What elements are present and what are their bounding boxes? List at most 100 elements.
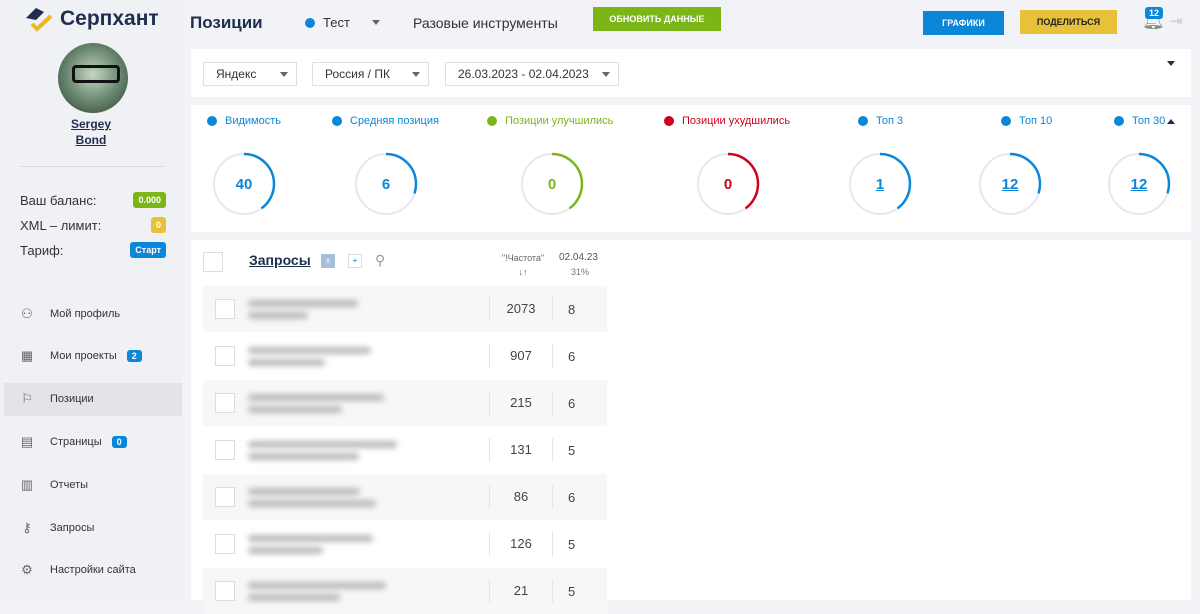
date-header: 02.04.23 [559,252,598,263]
metric-value[interactable]: 12 [977,151,1043,217]
metric-label[interactable]: Видимость [207,115,281,127]
select-all-checkbox[interactable] [203,252,223,272]
query-text-blurred [248,483,376,512]
frequency-cell: 131 [489,438,553,462]
sidebar-item[interactable]: ▦ Мои проекты 2 [4,340,182,373]
logo-icon [26,8,53,32]
queries-header[interactable]: Запросы [249,252,311,268]
chevron-down-icon [412,71,420,77]
metrics-panel: Видимость 40 Средняя позиция 6 Позиции улу… [191,105,1191,232]
sidebar-item-badge: 0 [111,435,127,448]
collapse-filters-icon[interactable] [1167,61,1175,66]
report-icon: ▥ [20,476,34,492]
sidebar-item-label: Позиции [50,393,94,406]
position-cell: 6 [568,395,576,411]
flag-icon: ⚐ [21,391,33,407]
pages-icon: ▤ [20,433,34,449]
sidebar-item-label: Отчеты [50,478,89,491]
metric-ring[interactable]: 1 [847,151,913,217]
frequency-cell: 86 [489,485,553,509]
share-button[interactable]: ПОДЕЛИТЬСЯ [1020,10,1117,34]
header: Позиции Тест Разовые инструменты ОБНОВИТ… [182,0,1200,44]
metric-ring[interactable]: 12 [977,151,1043,217]
sidebar-item-label: Запросы [50,521,95,534]
sidebar-item[interactable]: ▥ Отчеты [4,468,182,501]
account-label: XML – лимит: [20,217,102,233]
metric-value[interactable]: 1 [847,151,913,217]
search-icon[interactable]: ⚲ [375,252,385,269]
user-first-name[interactable]: Sergey [0,117,182,131]
row-checkbox[interactable] [215,393,235,413]
account-value: 0 [150,217,166,233]
account-value: Старт [130,242,166,258]
sidebar-item[interactable]: ⚇ Мой профиль [4,297,182,330]
row-checkbox[interactable] [215,534,235,554]
collapse-metrics-icon[interactable] [1167,119,1175,124]
account-row: Ваш баланс: 0.000 [20,192,166,208]
chevron-down-icon [280,71,288,77]
sort-icon[interactable]: ↓↑ [491,267,555,277]
metric-ring[interactable]: 12 [1106,151,1172,217]
position-cell: 6 [568,489,576,505]
metric-label[interactable]: Позиции улучшились [487,115,613,127]
frequency-cell: 907 [489,344,553,368]
table-row: 215 6 [203,380,607,426]
project-name: Тест [323,15,350,30]
chevron-down-icon [371,20,380,25]
logo[interactable]: Серпхант [24,4,159,34]
date-range-select[interactable]: 26.03.2023 - 02.04.2023 [445,62,619,86]
metric-dot-icon [664,116,674,126]
page-title: Позиции [190,13,263,32]
table-row: 21 5 [203,568,607,614]
account-row: XML – лимит: 0 [20,217,166,233]
project-dot-icon [305,17,315,28]
row-checkbox[interactable] [215,440,235,460]
metric-dot-icon [207,116,217,126]
sidebar-item[interactable]: ⚷ Запросы [4,511,182,544]
frequency-header[interactable]: "!Частота" [491,253,555,263]
update-data-button[interactable]: ОБНОВИТЬ ДАННЫЕ [593,7,721,31]
metric-label[interactable]: Позиции ухудшились [664,115,790,127]
metric-value[interactable]: 12 [1106,151,1172,217]
sidebar-item-badge: 2 [126,350,142,363]
account-row: Тариф: Старт [20,242,166,258]
charts-button[interactable]: ГРАФИКИ [923,11,1004,35]
excel-export-icon[interactable]: x [321,254,335,268]
query-text-blurred [248,577,386,606]
row-checkbox[interactable] [215,346,235,366]
row-checkbox[interactable] [215,299,235,319]
engine-select[interactable]: Яндекс [203,62,297,86]
metric-value: 40 [235,175,253,193]
add-query-icon[interactable]: + [348,254,362,268]
metric-ring: 40 [211,151,277,217]
metric-label[interactable]: Топ 10 [1001,115,1052,127]
logout-icon[interactable]: ⇥ [1170,12,1183,30]
row-checkbox[interactable] [215,487,235,507]
divider [20,166,165,167]
notification-badge: 12 [1145,7,1164,19]
project-select[interactable]: Тест [305,15,380,30]
tools-menu[interactable]: Разовые инструменты [413,15,558,31]
sidebar-item-label: Страницы [50,435,102,448]
metric-label[interactable]: Топ 3 [858,115,903,127]
sidebar-item[interactable]: ⚙ Настройки сайта [4,554,182,587]
frequency-cell: 2073 [489,297,553,321]
table-row: 126 5 [203,521,607,567]
metric-ring: 0 [519,151,585,217]
metric-label[interactable]: Топ 30 [1114,115,1165,127]
row-checkbox[interactable] [215,581,235,601]
avatar[interactable] [58,43,128,113]
table-row: 86 6 [203,474,607,520]
queries-table: Запросы x + ⚲ "!Частота" ↓↑ 02.04.23 31%… [191,240,1191,614]
user-last-name[interactable]: Bond [0,133,182,147]
metric-label[interactable]: Средняя позиция [332,115,439,127]
account-value: 0.000 [133,192,166,208]
region-select[interactable]: Россия / ПК [312,62,429,86]
sidebar-item[interactable]: ▤ Страницы 0 [4,425,182,458]
metric-dot-icon [332,116,342,126]
sidebar-item[interactable]: ⚐ Позиции [4,382,182,416]
chevron-down-icon [602,71,610,77]
metric-dot-icon [1001,116,1011,126]
account-label: Ваш баланс: [20,192,97,208]
query-text-blurred [248,389,384,418]
